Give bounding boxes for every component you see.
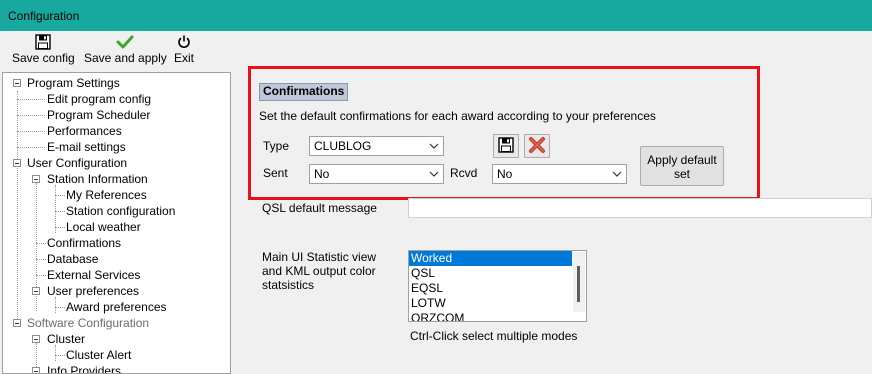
tree-item-cluster-alert[interactable]: Cluster Alert: [66, 347, 131, 363]
statistics-label-line2: and KML output color: [262, 264, 376, 278]
save-and-apply-label: Save and apply: [84, 51, 167, 65]
tree-item-user-configuration[interactable]: User Configuration: [27, 155, 127, 171]
toolbar: Save config Save and apply Exit: [0, 31, 872, 69]
tree-item-program-scheduler[interactable]: Program Scheduler: [47, 107, 150, 123]
tree-item-user-preferences[interactable]: User preferences: [47, 283, 139, 299]
listbox-scrollbar[interactable]: [573, 252, 585, 312]
tree-item-email-settings[interactable]: E-mail settings: [47, 139, 126, 155]
highlight-frame: [248, 66, 760, 200]
power-icon: [174, 33, 194, 50]
tree-item-station-configuration[interactable]: Station configuration: [66, 203, 175, 219]
save-config-button[interactable]: Save config: [12, 33, 75, 67]
tree-item-performances[interactable]: Performances: [47, 123, 122, 139]
tree-item-info-providers[interactable]: Info Providers: [47, 363, 121, 373]
tree-item-software-configuration[interactable]: Software Configuration: [27, 315, 149, 331]
statistics-label-line1: Main UI Statistic view: [262, 250, 377, 264]
tree-item-program-settings[interactable]: Program Settings: [27, 75, 120, 91]
tree-item-cluster[interactable]: Cluster: [47, 331, 85, 347]
statistics-label-line3: statsistics: [262, 278, 315, 292]
scrollbar-thumb[interactable]: [577, 266, 580, 302]
station-information-expander[interactable]: [32, 175, 40, 183]
exit-button[interactable]: Exit: [174, 33, 194, 67]
list-item[interactable]: EQSL: [409, 281, 586, 296]
tree-item-station-information[interactable]: Station Information: [47, 171, 148, 187]
program-settings-expander[interactable]: [13, 79, 21, 87]
tree-item-award-preferences[interactable]: Award preferences: [66, 299, 167, 315]
list-item[interactable]: LOTW: [409, 296, 586, 311]
floppy-disk-icon: [33, 33, 53, 50]
title-bar: Configuration: [0, 0, 872, 31]
checkmark-icon: [115, 33, 135, 50]
user-preferences-expander[interactable]: [32, 287, 40, 295]
qsl-default-message-label: QSL default message: [262, 201, 377, 215]
statistics-listbox[interactable]: Worked QSL EQSL LOTW QRZCOM: [408, 250, 587, 322]
tree-item-external-services[interactable]: External Services: [47, 267, 140, 283]
tree-item-local-weather[interactable]: Local weather: [66, 219, 141, 235]
tree-item-confirmations[interactable]: Confirmations: [47, 235, 121, 251]
list-item[interactable]: QSL: [409, 266, 586, 281]
qsl-default-message-field[interactable]: [408, 198, 872, 218]
list-item[interactable]: QRZCOM: [409, 311, 586, 321]
save-and-apply-button[interactable]: Save and apply: [84, 33, 167, 67]
user-configuration-expander[interactable]: [13, 159, 21, 167]
list-item[interactable]: Worked: [409, 251, 572, 266]
save-config-label: Save config: [12, 51, 75, 65]
exit-label: Exit: [174, 51, 195, 65]
tree-splitter[interactable]: [232, 72, 244, 372]
window-title: Configuration: [8, 9, 80, 23]
tree-item-edit-program-config[interactable]: Edit program config: [47, 91, 151, 107]
software-configuration-expander[interactable]: [13, 319, 21, 327]
tree-item-my-references[interactable]: My References: [66, 187, 147, 203]
navigation-tree[interactable]: Program Settings Edit program config Pro…: [2, 72, 231, 374]
cluster-expander[interactable]: [32, 335, 40, 343]
info-providers-expander[interactable]: [32, 367, 40, 373]
multi-select-hint: Ctrl-Click select multiple modes: [410, 329, 578, 343]
tree-item-database[interactable]: Database: [47, 251, 98, 267]
